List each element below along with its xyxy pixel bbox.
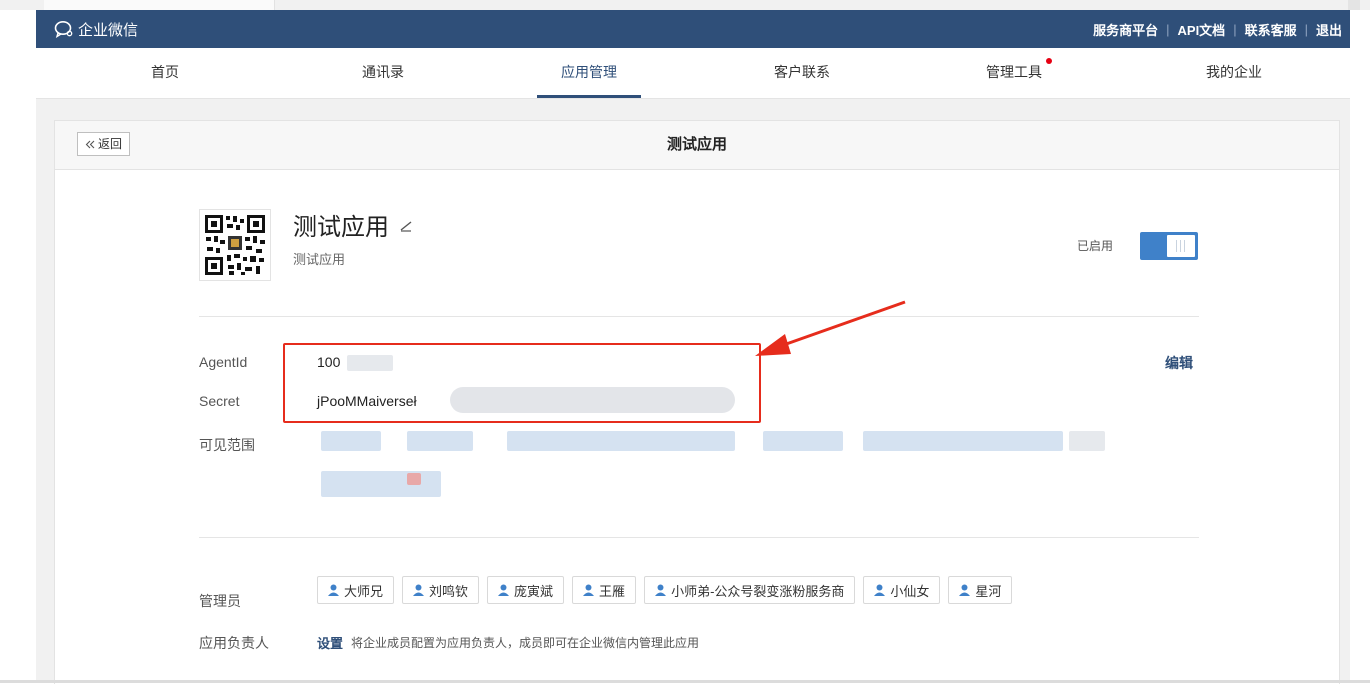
owner-hint: 将企业成员配置为应用负责人，成员即可在企业微信内管理此应用 <box>351 636 700 650</box>
window-control[interactable] <box>1348 0 1360 10</box>
admin-name: 星河 <box>975 583 1002 599</box>
annotation-arrow-icon <box>755 300 906 356</box>
admin-chip[interactable]: 大师兄 <box>317 576 395 604</box>
admin-chip[interactable]: 刘鸣钦 <box>402 576 480 604</box>
admin-name: 王雁 <box>599 583 626 599</box>
user-icon <box>328 584 339 596</box>
user-icon <box>413 584 425 596</box>
nav-contacts[interactable]: 通讯录 <box>348 48 418 98</box>
admin-chip[interactable]: 小仙女 <box>863 576 941 604</box>
top-links: 服务商平台 | API文档 | 联系客服 | 退出 <box>1093 10 1342 48</box>
user-icon <box>583 584 595 596</box>
admin-name: 刘鸣钦 <box>429 583 469 599</box>
admin-name: 小仙女 <box>890 583 930 599</box>
admin-list: 大师兄 刘鸣钦 庞寅斌 王雁 小师弟-公众号裂变涨粉服务商 小仙女 星河 <box>317 576 1013 604</box>
app-description: 测试应用 <box>293 252 346 267</box>
nav-home[interactable]: 首页 <box>140 48 190 98</box>
agentid-label: AgentId <box>199 354 248 370</box>
back-button[interactable]: 返回 <box>77 132 131 156</box>
main-nav: 首页 通讯录 应用管理 客户联系 管理工具 我的企业 <box>36 48 1350 99</box>
app-owner-label: 应用负责人 <box>199 635 269 651</box>
right-gutter <box>1350 10 1370 683</box>
top-bar: 企业微信 服务商平台 | API文档 | 联系客服 | 退出 <box>36 10 1350 48</box>
admin-name: 庞寅斌 <box>514 583 554 599</box>
app-detail-card: 测试应用 返回 测试应用 测试应用 已启用 AgentId 100 Secret… <box>54 120 1340 684</box>
app-name: 测试应用 <box>293 207 413 242</box>
toggle-knob <box>1167 235 1195 257</box>
secret-label: Secret <box>199 393 240 409</box>
divider: | <box>1166 21 1170 37</box>
admin-chip[interactable]: 星河 <box>948 576 1013 604</box>
divider <box>199 537 1199 538</box>
brand-name: 企业微信 <box>78 21 139 39</box>
link-provider-platform[interactable]: 服务商平台 <box>1093 20 1158 39</box>
double-chevron-left-icon <box>85 140 95 148</box>
brand-logo[interactable]: 企业微信 <box>54 10 138 48</box>
user-icon <box>959 584 971 596</box>
notification-dot <box>1046 58 1052 64</box>
nav-management-tools[interactable]: 管理工具 <box>983 48 1052 98</box>
qr-code-icon <box>204 214 266 276</box>
admin-chip[interactable]: 小师弟-公众号裂变涨粉服务商 <box>644 576 856 604</box>
browser-tab[interactable] <box>44 0 275 10</box>
app-logo-qr <box>199 209 271 281</box>
admin-name: 小师弟-公众号裂变涨粉服务商 <box>671 583 845 599</box>
divider: | <box>1233 21 1237 37</box>
card-header: 测试应用 返回 <box>55 121 1339 170</box>
highlight-box <box>283 343 761 423</box>
divider: | <box>1304 21 1308 37</box>
nav-app-management[interactable]: 应用管理 <box>537 48 641 98</box>
nav-management-tools-label: 管理工具 <box>986 64 1042 80</box>
admin-name: 大师兄 <box>344 583 384 599</box>
enable-toggle[interactable] <box>1140 232 1198 260</box>
back-button-label: 返回 <box>98 136 123 151</box>
edit-credentials-link[interactable]: 编辑 <box>1165 353 1193 373</box>
edit-pencil-icon[interactable] <box>399 218 413 232</box>
browser-tab-strip <box>0 0 1370 10</box>
user-icon <box>498 584 510 596</box>
nav-customer-contact[interactable]: 客户联系 <box>767 48 837 98</box>
nav-my-company[interactable]: 我的企业 <box>1204 48 1264 98</box>
left-gutter <box>0 10 36 683</box>
admin-chip[interactable]: 王雁 <box>572 576 637 604</box>
app-name-text: 测试应用 <box>293 214 389 241</box>
divider <box>199 316 1199 317</box>
wecom-logo-icon <box>54 21 73 38</box>
link-logout[interactable]: 退出 <box>1316 20 1342 39</box>
page-title: 测试应用 <box>666 136 727 153</box>
user-icon <box>874 584 886 596</box>
set-owner-link[interactable]: 设置 <box>317 633 343 652</box>
link-api-docs[interactable]: API文档 <box>1178 20 1226 39</box>
visibility-label: 可见范围 <box>199 437 255 453</box>
status-label: 已启用 <box>1077 239 1114 253</box>
admins-label: 管理员 <box>199 593 241 609</box>
link-contact-support[interactable]: 联系客服 <box>1245 20 1297 39</box>
user-icon <box>655 584 667 596</box>
admin-chip[interactable]: 庞寅斌 <box>487 576 565 604</box>
